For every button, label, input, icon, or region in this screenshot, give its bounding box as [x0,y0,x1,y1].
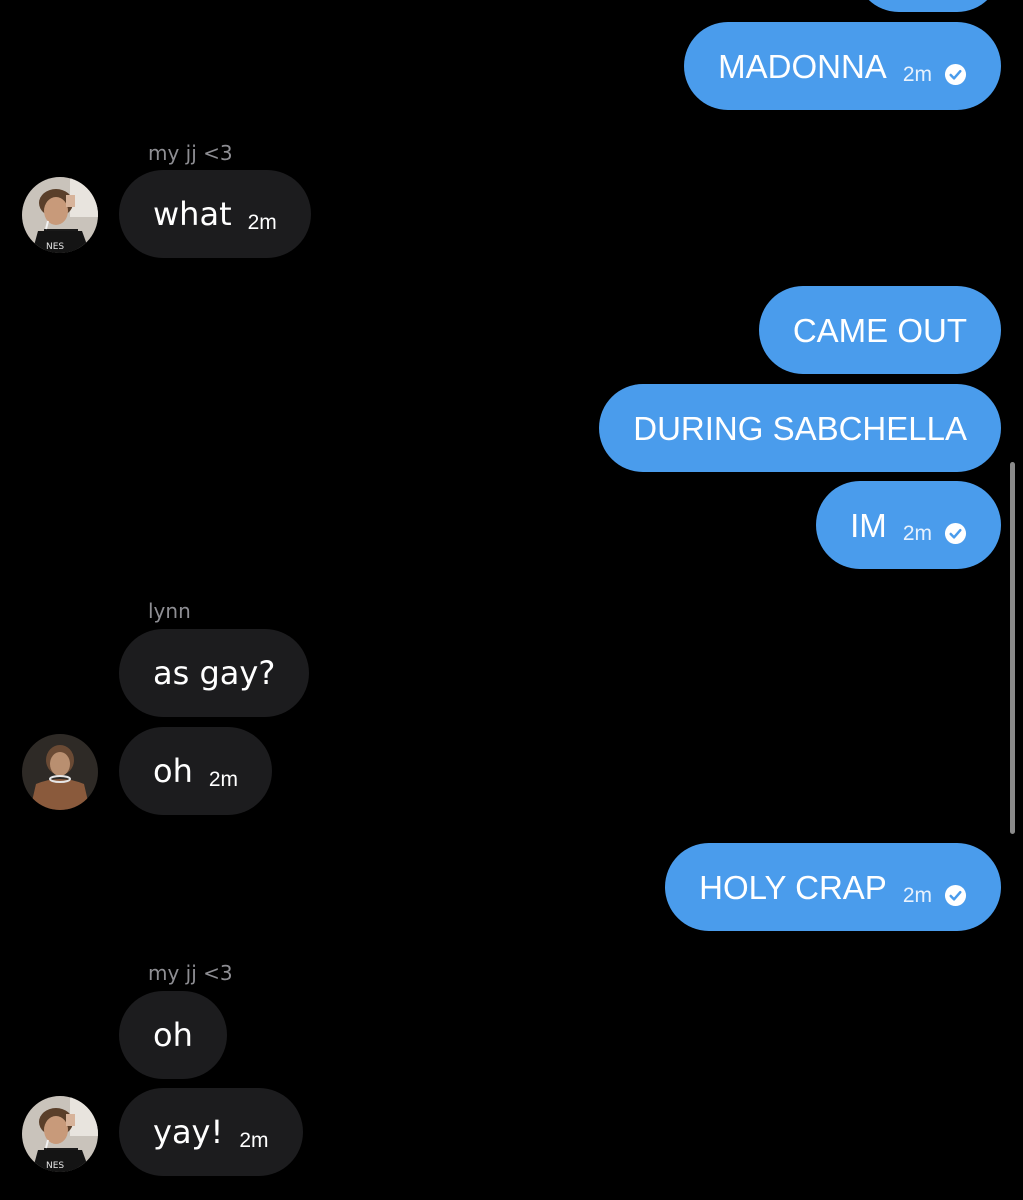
message-bubble-incoming[interactable]: oh [119,991,227,1079]
message-bubble-partial[interactable] [855,0,1001,12]
message-text: IM [850,506,887,544]
message-bubble-incoming[interactable]: what 2m [119,170,311,258]
scrollbar-thumb[interactable] [1010,462,1015,834]
message-text: DURING SABCHELLA [633,409,967,447]
message-timestamp: 2m [902,63,932,86]
message-timestamp: 2m [902,884,932,907]
check-circle-icon [944,884,967,906]
message-bubble-outgoing[interactable]: CAME OUT [758,286,1001,374]
message-text: yay! [153,1113,224,1151]
avatar-image: NES [22,1096,98,1172]
avatar-jj[interactable]: NES [22,177,98,253]
message-text: oh [153,1016,193,1054]
svg-text:NES: NES [46,1161,64,1171]
message-text: CAME OUT [792,311,967,349]
message-timestamp: 2m [239,1129,269,1152]
message-text: HOLY CRAP [699,868,887,906]
avatar-image: NES [22,177,98,253]
message-text: oh [153,752,193,790]
message-bubble-outgoing[interactable]: IM 2m [816,481,1001,569]
message-bubble-incoming[interactable]: yay! 2m [119,1088,303,1176]
check-circle-icon [944,63,967,85]
avatar-image [22,734,98,810]
sender-name: my jj <3 [148,141,233,165]
message-bubble-outgoing[interactable]: HOLY CRAP 2m [665,843,1001,931]
message-text: MADONNA [718,47,887,85]
message-timestamp: 2m [208,768,239,791]
avatar-jj[interactable]: NES [22,1096,98,1172]
message-text: what [153,195,232,233]
message-timestamp: 2m [247,211,277,234]
message-bubble-outgoing[interactable]: DURING SABCHELLA [599,384,1001,472]
sender-name: my jj <3 [148,961,233,985]
message-bubble-incoming[interactable]: as gay? [119,629,310,717]
avatar-lynn[interactable] [22,734,98,810]
svg-text:NES: NES [46,242,64,252]
message-bubble-outgoing[interactable]: MADONNA 2m [684,22,1001,110]
sender-name: lynn [148,599,191,623]
check-circle-icon [944,522,967,544]
message-text: as gay? [153,654,276,692]
message-bubble-incoming[interactable]: oh 2m [119,727,273,815]
message-timestamp: 2m [902,522,932,545]
